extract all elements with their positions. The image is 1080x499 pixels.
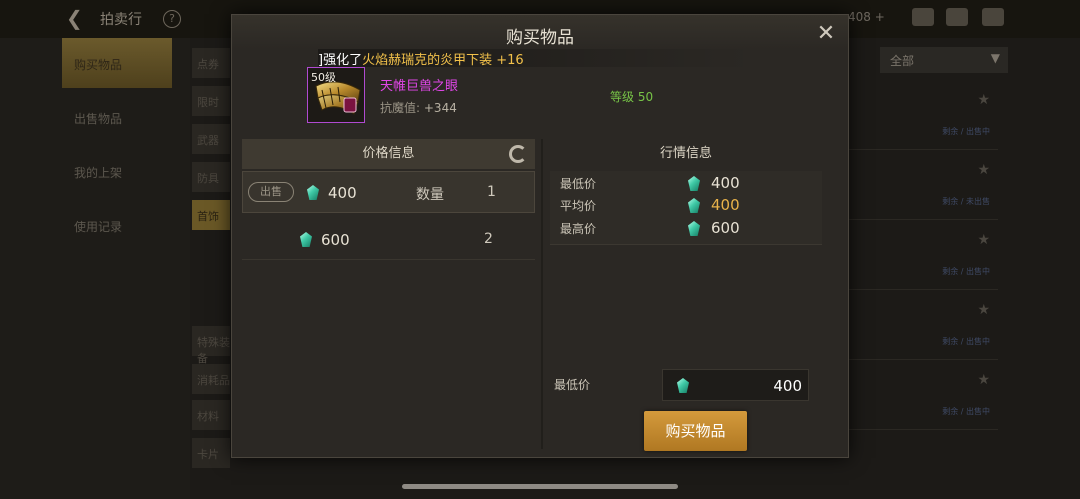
star-icon[interactable]: ★	[977, 302, 990, 318]
gem-icon	[688, 198, 700, 213]
buy-button[interactable]: 购买物品	[644, 411, 747, 451]
market-info-header: 行情信息	[659, 146, 712, 161]
quantity-label: 数量	[416, 187, 444, 203]
listing-row[interactable]: ★ 剩余 / 出售中	[848, 86, 998, 150]
refresh-icon[interactable]	[509, 145, 527, 163]
category-tab[interactable]: 限时	[192, 86, 230, 116]
stat-value: +344	[423, 101, 457, 115]
price-value: 400	[328, 184, 357, 202]
price-info-title: 价格信息	[362, 146, 415, 161]
lowest-price-value: 400	[711, 174, 740, 192]
category-tab[interactable]: 武器	[192, 124, 230, 154]
category-tab-active[interactable]: 首饰	[192, 200, 230, 230]
gem-icon	[307, 185, 319, 200]
market-info-table: 最低价 400 平均价 400 最高价 600	[550, 171, 822, 245]
min-price-label: 最低价	[554, 378, 591, 392]
gem-icon	[300, 232, 312, 247]
listing-row[interactable]: ★ 剩余 / 未出售	[848, 156, 998, 220]
price-row-selected[interactable]: 出售 400 数量 1	[242, 171, 535, 213]
average-price-label: 平均价	[560, 199, 597, 213]
category-tab[interactable]: 防具	[192, 162, 230, 192]
min-price-field[interactable]: 400	[662, 369, 809, 401]
category-tab[interactable]: 特殊装备	[192, 326, 230, 365]
quantity-value: 2	[484, 231, 493, 247]
filter-value: 全部	[890, 54, 915, 68]
close-icon[interactable]: ✕	[814, 23, 838, 47]
sidebar-item-my-listings[interactable]: 我的上架	[62, 146, 172, 196]
chat-icon[interactable]	[982, 8, 1004, 26]
highest-price-label: 最高价	[560, 222, 597, 236]
system-notice: ]强化了火焰赫瑞克的炎甲下装 +16	[318, 49, 758, 67]
price-info-header: 价格信息	[242, 139, 535, 169]
listing-meta: 剩余 / 出售中	[942, 407, 990, 416]
sidebar-item-sell[interactable]: 出售物品	[62, 92, 172, 142]
category-tab[interactable]: 点券	[192, 48, 230, 78]
back-arrow-icon[interactable]: ❮	[66, 6, 83, 30]
gem-icon	[688, 221, 700, 236]
filter-dropdown[interactable]: 全部 ▼	[880, 47, 1008, 73]
notice-prefix: ]强化了	[318, 53, 363, 67]
average-price-value: 400	[711, 196, 740, 214]
item-name: 天帷巨兽之眼	[380, 79, 459, 94]
category-tab[interactable]: 消耗品	[192, 364, 230, 394]
listing-row[interactable]: ★ 剩余 / 出售中	[848, 226, 998, 290]
item-level: 等级 50	[610, 90, 654, 104]
item-level-badge: 50级	[311, 71, 336, 84]
auction-title: 拍卖行	[100, 12, 142, 28]
star-icon[interactable]: ★	[977, 232, 990, 248]
quantity-value: 1	[487, 184, 496, 200]
notice-highlight: 火焰赫瑞克的炎甲下装 +16	[362, 53, 524, 67]
help-icon[interactable]: ?	[163, 10, 181, 28]
listing-meta: 剩余 / 出售中	[942, 337, 990, 346]
min-price-value: 400	[773, 377, 802, 395]
currency-display: 408 +	[848, 10, 885, 24]
listing-meta: 剩余 / 未出售	[942, 197, 990, 206]
mail-icon[interactable]	[946, 8, 968, 26]
buy-item-dialog: 购买物品 ✕ ]强化了火焰赫瑞克的炎甲下装 +16 50级 天帷巨兽之眼 抗魔值…	[231, 14, 849, 458]
listing-meta: 剩余 / 出售中	[942, 267, 990, 276]
gem-icon	[688, 176, 700, 191]
listing-meta: 剩余 / 出售中	[942, 127, 990, 136]
category-tab[interactable]: 材料	[192, 400, 230, 430]
sidebar-item-buy[interactable]: 购买物品	[62, 38, 172, 88]
highest-price-value: 600	[711, 219, 740, 237]
bag-icon[interactable]	[912, 8, 934, 26]
listing-row[interactable]: ★ 剩余 / 出售中	[848, 366, 998, 430]
stat-label: 抗魔值:	[380, 101, 421, 115]
price-row[interactable]: 600 2	[242, 218, 535, 260]
listing-row[interactable]: ★ 剩余 / 出售中	[848, 296, 998, 360]
chevron-down-icon: ▼	[990, 51, 1000, 65]
item-stat: 抗魔值: +344	[380, 99, 457, 116]
star-icon[interactable]: ★	[977, 372, 990, 388]
sell-button[interactable]: 出售	[248, 182, 294, 202]
panel-divider	[541, 139, 543, 449]
sidebar-item-history[interactable]: 使用记录	[62, 200, 172, 250]
dialog-header: 购买物品 ✕	[232, 15, 848, 49]
dialog-title: 购买物品	[506, 28, 574, 48]
item-icon[interactable]: 50级	[307, 67, 365, 123]
category-tab[interactable]: 卡片	[192, 438, 230, 468]
price-value: 600	[321, 231, 350, 249]
lowest-price-label: 最低价	[560, 177, 597, 191]
star-icon[interactable]: ★	[977, 92, 990, 108]
gem-icon	[677, 378, 689, 393]
home-indicator[interactable]	[402, 484, 678, 489]
star-icon[interactable]: ★	[977, 162, 990, 178]
